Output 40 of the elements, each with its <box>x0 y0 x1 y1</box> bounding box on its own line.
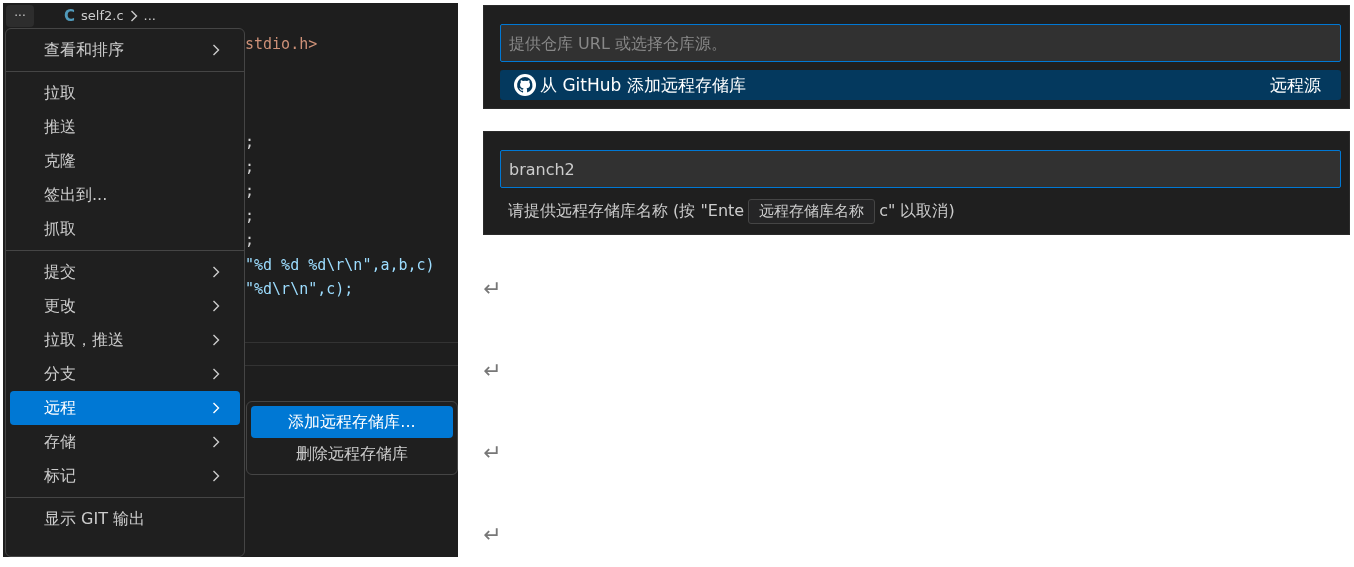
c-file-icon: C <box>64 6 75 25</box>
chevron-right-icon <box>129 9 138 22</box>
menu-item[interactable]: 标记 <box>10 459 240 493</box>
breadcrumb-symbol[interactable]: ... <box>143 8 156 23</box>
menu-item[interactable]: 删除远程存储库 <box>251 438 453 470</box>
tooltip: 远程存储库名称 <box>748 198 876 224</box>
menu-item[interactable]: 添加远程存储库... <box>251 406 453 438</box>
code-text: ; <box>245 182 255 200</box>
github-icon <box>514 74 536 96</box>
menu-item[interactable]: 更改 <box>10 289 240 323</box>
code-text: ; <box>245 231 255 249</box>
code-text: "%d\r\n",c); <box>245 280 354 298</box>
repository-url-field[interactable]: 提供仓库 URL 或选择仓库源。 <box>500 24 1341 62</box>
menu-item[interactable]: 推送 <box>10 110 240 144</box>
menu-item[interactable]: 显示 GIT 输出 <box>10 502 240 536</box>
menu-item[interactable]: 拉取，推送 <box>10 323 240 357</box>
hint-text: c" 以取消) <box>879 200 955 222</box>
menu-item[interactable]: 存储 <box>10 425 240 459</box>
paragraph-mark: ↵ <box>483 523 503 547</box>
remote-name-field[interactable]: branch2 <box>500 150 1341 188</box>
paragraph-mark: ↵ <box>483 441 503 465</box>
code-text: "%d %d %d\r\n",a,b,c) <box>245 255 435 274</box>
more-actions-button[interactable]: ··· <box>6 4 34 27</box>
hint-text: 请提供远程存储库名称 (按 "Ente <box>508 200 745 222</box>
breadcrumb-file[interactable]: self2.c <box>81 8 124 23</box>
menu-item[interactable]: 远程 <box>10 391 240 425</box>
code-text: ; <box>245 206 255 225</box>
menu-item[interactable]: 签出到... <box>10 178 240 212</box>
menu-item[interactable]: 提交 <box>10 255 240 289</box>
code-text: ; <box>245 157 255 176</box>
github-option[interactable]: 从 GitHub 添加远程存储库 远程源 <box>500 70 1341 100</box>
menu-item[interactable]: 查看和排序 <box>10 33 240 67</box>
menu-item[interactable]: 抓取 <box>10 212 240 246</box>
paragraph-mark: ↵ <box>483 359 503 383</box>
menu-item[interactable]: 分支 <box>10 357 240 391</box>
menu-item[interactable]: 克隆 <box>10 144 240 178</box>
menu-item[interactable]: 拉取 <box>10 76 240 110</box>
code-text: ; <box>245 133 255 151</box>
code-text: stdio.h> <box>245 35 318 53</box>
paragraph-mark: ↵ <box>483 277 503 301</box>
